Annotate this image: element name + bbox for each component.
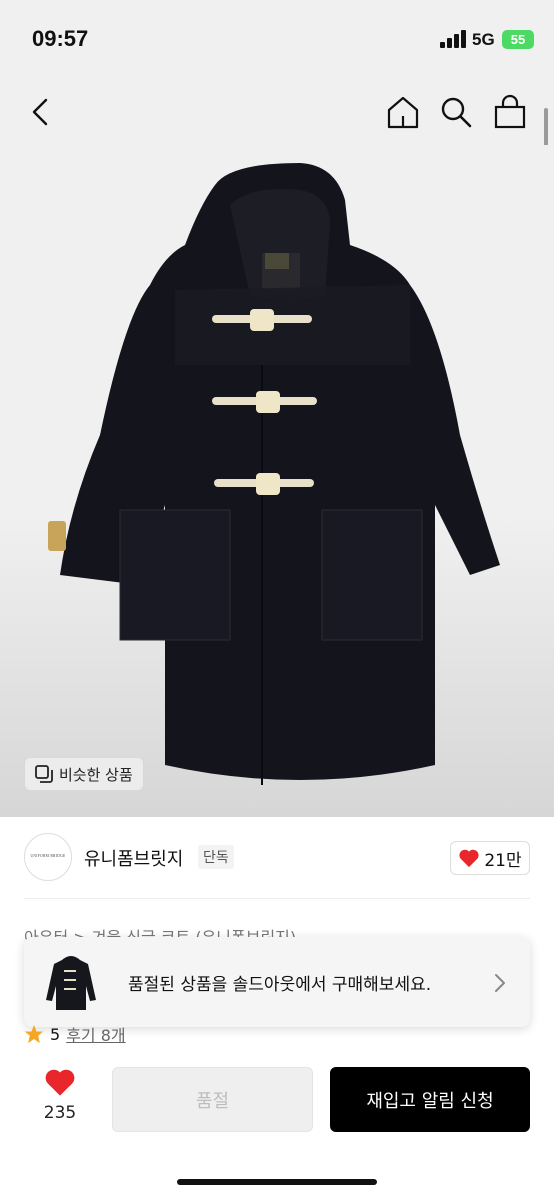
duffle-coat-image — [48, 163, 500, 785]
home-indicator[interactable] — [177, 1179, 377, 1185]
divider — [24, 898, 530, 899]
wishlist-count: 235 — [43, 1103, 77, 1123]
heart-icon — [45, 1069, 75, 1096]
status-bar: 09:57 5G 55 — [0, 0, 554, 80]
store-logo-text: UNIFORM BRIDGE — [30, 854, 66, 858]
search-icon[interactable] — [438, 94, 474, 130]
product-image[interactable] — [0, 145, 554, 817]
top-nav — [0, 80, 554, 145]
shopping-bag-icon[interactable] — [492, 94, 528, 130]
chevron-right-icon[interactable] — [493, 972, 507, 994]
similar-products-button[interactable]: 비슷한 상품 — [24, 757, 144, 791]
toast-message: 품절된 상품을 솔드아웃에서 구매해보세요. — [128, 975, 432, 995]
status-time: 09:57 — [32, 26, 89, 51]
chevron-left-icon[interactable] — [24, 94, 60, 130]
store-name[interactable]: 유니폼브릿지 — [84, 845, 183, 871]
similar-products-label: 비슷한 상품 — [59, 765, 133, 784]
rating-score: 5 — [50, 1024, 61, 1044]
signal-icon — [440, 30, 466, 48]
heart-icon — [459, 849, 479, 868]
soldout-toast[interactable]: 품절된 상품을 솔드아웃에서 구매해보세요. — [24, 937, 530, 1027]
restock-alert-button[interactable]: 재입고 알림 신청 — [330, 1067, 530, 1132]
store-logo[interactable]: UNIFORM BRIDGE — [24, 833, 72, 881]
rating-row: 5 후기 8개 — [24, 1022, 126, 1046]
home-icon[interactable] — [385, 94, 421, 130]
store-like-count: 21만 — [484, 850, 522, 871]
exclusive-badge: 단독 — [198, 845, 234, 869]
star-icon — [24, 1024, 44, 1044]
copy-squares-icon — [35, 765, 53, 783]
soldout-button: 품절 — [112, 1067, 313, 1132]
battery-icon: 55 — [502, 30, 534, 49]
toast-product-thumbnail — [46, 956, 96, 1010]
store-row: UNIFORM BRIDGE 유니폼브릿지 단독 21만 — [0, 817, 554, 899]
network-label: 5G — [472, 30, 495, 49]
bottom-action-bar: 235 품절 재입고 알림 신청 — [0, 1050, 554, 1200]
store-like-button[interactable]: 21만 — [450, 841, 530, 875]
wishlist-button[interactable]: 235 — [30, 1067, 90, 1123]
reviews-link[interactable]: 후기 8개 — [66, 1022, 125, 1046]
